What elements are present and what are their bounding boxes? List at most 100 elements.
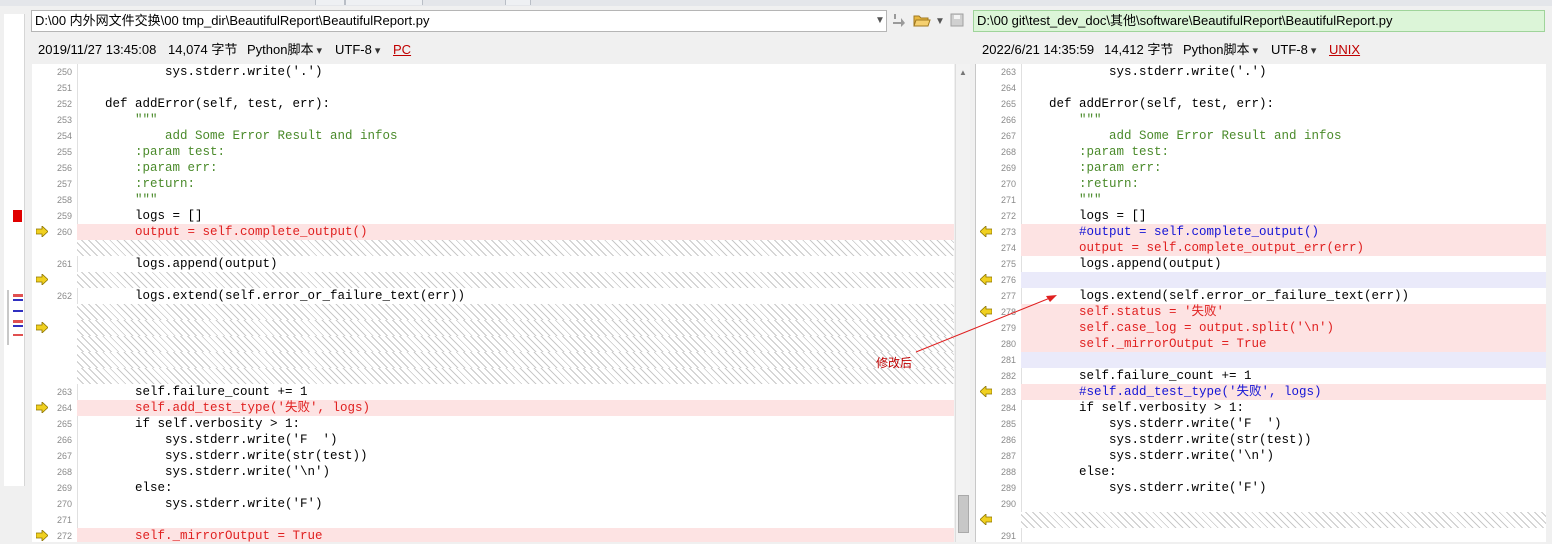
left-code-pane[interactable]: sys.stderr.write('.') 250 251 def addError(… — [32, 64, 954, 542]
code-line[interactable]: add Some Error Result and infos 267 — [976, 128, 1546, 144]
diff-arrow-icon[interactable] — [980, 306, 992, 317]
diff-overview-map[interactable] — [4, 14, 25, 486]
tab-stub[interactable] — [505, 0, 531, 5]
code-line[interactable]: sys.stderr.write('.') 263 — [976, 64, 1546, 80]
code-line[interactable]: 271 — [32, 512, 954, 528]
save-icon[interactable] — [950, 12, 964, 31]
code-line[interactable]: self.status = '失败' 278 — [976, 304, 1546, 320]
code-line[interactable]: sys.stderr.write('F ') 266 — [32, 432, 954, 448]
code-line[interactable]: self._mirrorOutput = True 280 — [976, 336, 1546, 352]
diff-arrow-icon[interactable] — [980, 226, 992, 237]
code-line[interactable]: else: 269 — [32, 480, 954, 496]
right-code-pane[interactable]: sys.stderr.write('.') 263 264 def addError(… — [975, 64, 1546, 542]
code-line[interactable]: sys.stderr.write('\n') 287 — [976, 448, 1546, 464]
diff-arrow-icon[interactable] — [36, 402, 48, 413]
code-line[interactable]: logs = [] 259 — [32, 208, 954, 224]
right-info-bar: 2022/6/21 14:35:59 14,412 字节 Python脚本 UT… — [982, 40, 1402, 60]
open-dropdown-icon[interactable]: ▼ — [935, 14, 945, 30]
code-line[interactable] — [976, 512, 1546, 528]
code-line[interactable]: :param err: 269 — [976, 160, 1546, 176]
code-text: #self.add_test_type('失败', logs) — [1021, 384, 1546, 400]
code-line[interactable]: 251 — [32, 80, 954, 96]
code-line[interactable] — [32, 320, 954, 336]
diff-arrow-icon[interactable] — [36, 226, 48, 237]
code-line[interactable]: :return: 257 — [32, 176, 954, 192]
line-number: 267 — [56, 451, 72, 461]
diff-arrow-icon[interactable] — [980, 386, 992, 397]
code-line[interactable]: sys.stderr.write(str(test)) 286 — [976, 432, 1546, 448]
left-file-path[interactable]: D:\00 内外网文件交换\00 tmp_dir\BeautifulReport… — [31, 10, 887, 32]
code-line[interactable]: #self.add_test_type('失败', logs) 283 — [976, 384, 1546, 400]
left-format-dropdown[interactable]: Python脚本 — [247, 40, 322, 61]
diff-arrow-icon[interactable] — [36, 274, 48, 285]
code-line[interactable]: 291 — [976, 528, 1546, 542]
code-line[interactable]: if self.verbosity > 1: 265 — [32, 416, 954, 432]
diff-arrow-icon[interactable] — [980, 514, 992, 525]
code-line[interactable]: self.add_test_type('失败', logs) 264 — [32, 400, 954, 416]
code-line[interactable]: :return: 270 — [976, 176, 1546, 192]
code-line[interactable]: else: 288 — [976, 464, 1546, 480]
diff-arrow-icon[interactable] — [36, 322, 48, 333]
right-file-path[interactable]: D:\00 git\test_dev_doc\其他\software\Beaut… — [973, 10, 1545, 32]
code-line[interactable]: self.case_log = output.split('\n') 279 — [976, 320, 1546, 336]
code-line[interactable]: logs.extend(self.error_or_failure_text(e… — [32, 288, 954, 304]
code-line[interactable]: self.failure_count += 1 282 — [976, 368, 1546, 384]
line-number: 250 — [56, 67, 72, 77]
open-folder-icon[interactable] — [913, 12, 931, 31]
code-line[interactable]: sys.stderr.write('F ') 285 — [976, 416, 1546, 432]
line-number: 281 — [1000, 355, 1016, 365]
code-line[interactable]: sys.stderr.write('F') 289 — [976, 480, 1546, 496]
code-text — [77, 336, 954, 352]
code-line[interactable]: #output = self.complete_output() 273 — [976, 224, 1546, 240]
code-line[interactable]: def addError(self, test, err): 252 — [32, 96, 954, 112]
swap-icon[interactable] — [891, 12, 907, 31]
left-eol[interactable]: PC — [393, 40, 411, 60]
diff-arrow-icon[interactable] — [36, 530, 48, 541]
scroll-thumb[interactable] — [958, 495, 969, 533]
code-text — [77, 320, 954, 336]
code-line[interactable]: sys.stderr.write('F') 270 — [32, 496, 954, 512]
code-line[interactable]: output = self.complete_output_err(err) 27… — [976, 240, 1546, 256]
code-line[interactable]: 276 — [976, 272, 1546, 288]
tab-stub[interactable] — [345, 0, 423, 5]
code-line[interactable] — [32, 240, 954, 256]
path-dropdown-icon[interactable]: ▼ — [875, 13, 885, 29]
code-line[interactable]: sys.stderr.write('\n') 268 — [32, 464, 954, 480]
code-line[interactable]: logs = [] 272 — [976, 208, 1546, 224]
diff-arrow-icon[interactable] — [980, 274, 992, 285]
code-line[interactable]: :param test: 255 — [32, 144, 954, 160]
code-line[interactable]: :param test: 268 — [976, 144, 1546, 160]
line-number: 267 — [1000, 131, 1016, 141]
code-line[interactable]: if self.verbosity > 1: 284 — [976, 400, 1546, 416]
tab-stub[interactable] — [315, 0, 345, 5]
code-line[interactable] — [32, 352, 954, 368]
code-line[interactable]: sys.stderr.write(str(test)) 267 — [32, 448, 954, 464]
scroll-up-icon[interactable]: ▲ — [959, 68, 967, 77]
code-line[interactable]: """ 253 — [32, 112, 954, 128]
code-line[interactable]: """ 266 — [976, 112, 1546, 128]
code-line[interactable]: """ 258 — [32, 192, 954, 208]
code-line[interactable] — [32, 272, 954, 288]
code-line[interactable]: logs.append(output) 275 — [976, 256, 1546, 272]
code-line[interactable] — [32, 304, 954, 320]
code-line[interactable]: logs.extend(self.error_or_failure_text(e… — [976, 288, 1546, 304]
code-line[interactable]: self.failure_count += 1 263 — [32, 384, 954, 400]
code-line[interactable]: 290 — [976, 496, 1546, 512]
right-format-dropdown[interactable]: Python脚本 — [1183, 40, 1258, 61]
code-line[interactable]: def addError(self, test, err): 265 — [976, 96, 1546, 112]
code-line[interactable]: sys.stderr.write('.') 250 — [32, 64, 954, 80]
vertical-scrollbar[interactable]: ▲ — [955, 64, 970, 542]
code-line[interactable]: 264 — [976, 80, 1546, 96]
code-line[interactable]: 281 — [976, 352, 1546, 368]
code-line[interactable]: self._mirrorOutput = True 272 — [32, 528, 954, 542]
code-line[interactable]: """ 271 — [976, 192, 1546, 208]
code-line[interactable] — [32, 336, 954, 352]
code-line[interactable]: output = self.complete_output() 260 — [32, 224, 954, 240]
code-line[interactable]: logs.append(output) 261 — [32, 256, 954, 272]
code-line[interactable]: add Some Error Result and infos 254 — [32, 128, 954, 144]
left-encoding-dropdown[interactable]: UTF-8 — [335, 40, 380, 61]
right-eol[interactable]: UNIX — [1329, 40, 1360, 60]
code-line[interactable]: :param err: 256 — [32, 160, 954, 176]
code-line[interactable] — [32, 368, 954, 384]
right-encoding-dropdown[interactable]: UTF-8 — [1271, 40, 1316, 61]
